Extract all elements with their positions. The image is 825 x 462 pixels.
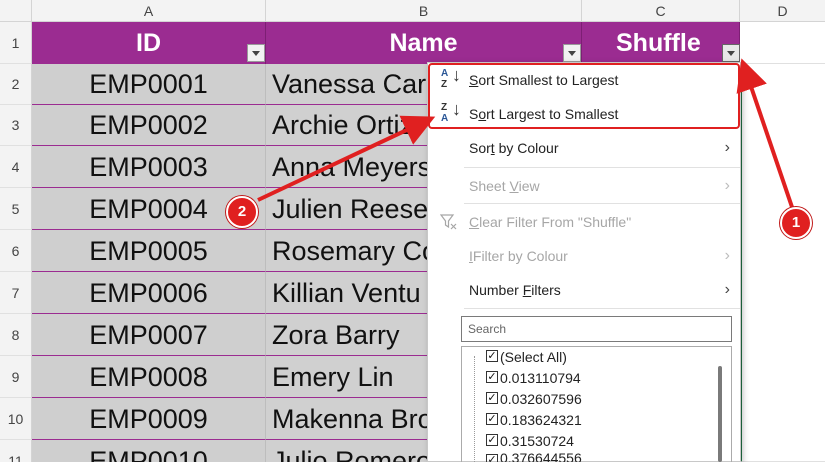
annotation-arrows [257, 58, 795, 211]
annotation-badge-2: 2 [226, 196, 258, 228]
arrow-to-filter-button [736, 58, 795, 211]
annotation-badge-1: 1 [780, 207, 812, 239]
arrow-to-sort-options [257, 115, 436, 202]
